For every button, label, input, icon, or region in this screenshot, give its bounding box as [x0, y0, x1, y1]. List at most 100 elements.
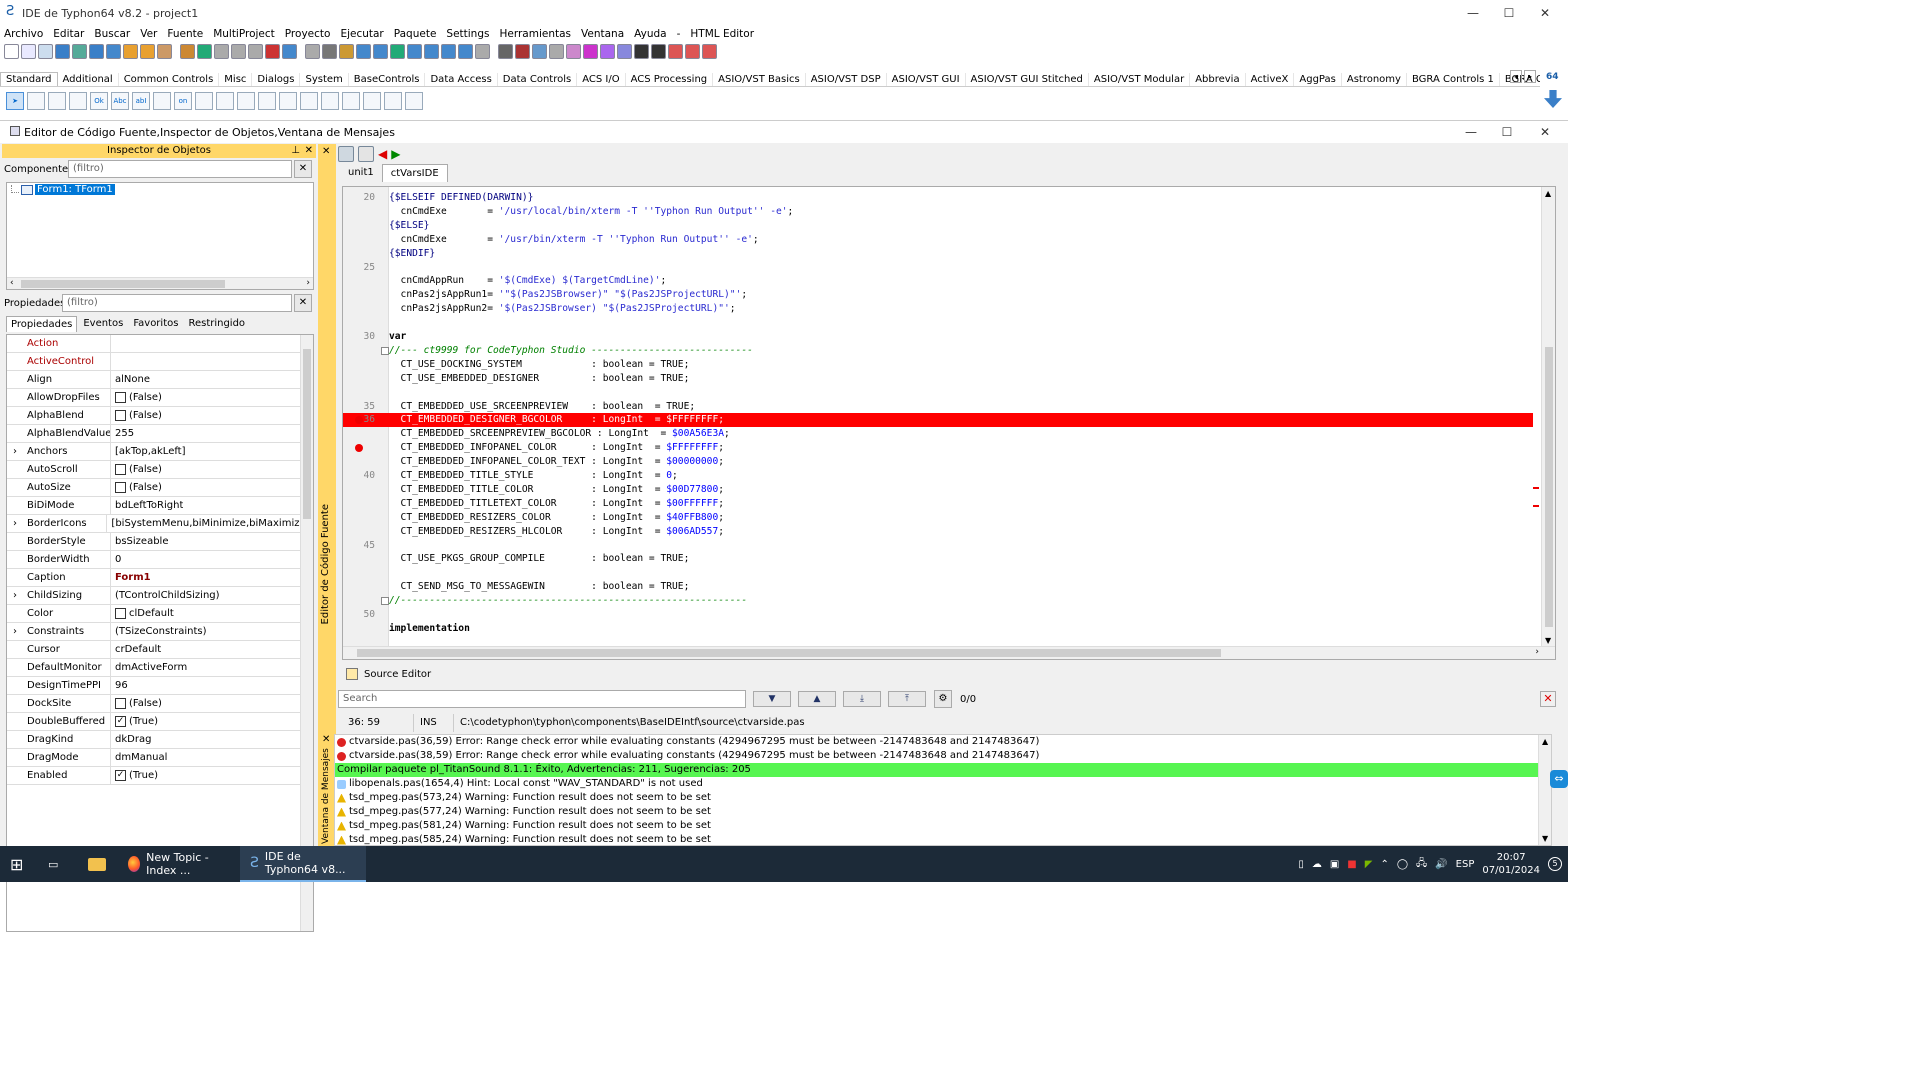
component-icon[interactable]: Abc — [111, 91, 129, 110]
code-line[interactable] — [343, 316, 1533, 330]
editor-close-icon[interactable]: ✕ — [322, 146, 330, 157]
toolbar-icon[interactable] — [55, 44, 70, 59]
toolbar-icon[interactable] — [248, 44, 263, 59]
editor-vscroll-thumb[interactable] — [1545, 347, 1553, 627]
toolbar-icon[interactable] — [197, 44, 212, 59]
property-value[interactable]: (False) — [111, 392, 162, 403]
code-line[interactable]: cnCmdExe = '/usr/local/bin/xterm -T ''Ty… — [343, 205, 1533, 219]
component-icon[interactable] — [300, 91, 318, 110]
code-line[interactable]: implementation — [343, 622, 1533, 636]
checkbox[interactable] — [115, 392, 126, 403]
palette-tab-11[interactable]: ASIO/VST Basics — [713, 73, 806, 86]
toolbar-icon[interactable] — [214, 44, 229, 59]
remote-help-icon[interactable]: ⇔ — [1550, 770, 1568, 788]
code-line[interactable]: cnCmdExe = '/usr/bin/xterm -T ''Typhon R… — [343, 233, 1533, 247]
inspector-close-icon[interactable]: ✕ — [305, 144, 313, 158]
property-row[interactable]: Caption Form1 — [7, 569, 301, 587]
toolbar-icon[interactable] — [265, 44, 280, 59]
code-line[interactable]: 25 — [343, 261, 1533, 275]
editor-vscrollbar[interactable]: ▲ ▼ — [1541, 187, 1555, 647]
palette-tab-16[interactable]: Abbrevia — [1190, 73, 1246, 86]
property-row[interactable]: DockSite (False) — [7, 695, 301, 713]
code-line[interactable]: CT_EMBEDDED_TITLE_COLOR : LongInt = $00D… — [343, 483, 1533, 497]
toolbar-icon[interactable] — [424, 44, 439, 59]
message-warn[interactable]: tsd_mpeg.pas(585,24) Warning: Function r… — [335, 833, 1551, 845]
property-row[interactable]: › Anchors [akTop,akLeft] — [7, 443, 301, 461]
component-icon[interactable] — [69, 91, 87, 110]
expand-chevron-icon[interactable]: › — [13, 587, 17, 604]
toolbar-icon[interactable] — [668, 44, 683, 59]
toolbar-icon[interactable] — [549, 44, 564, 59]
clear-props-filter-icon[interactable]: ✕ — [294, 294, 312, 312]
code-line[interactable]: CT_EMBEDDED_INFOPANEL_COLOR_TEXT : LongI… — [343, 455, 1533, 469]
code-line[interactable]: 30 var — [343, 330, 1533, 344]
component-icon[interactable] — [363, 91, 381, 110]
hidden-icons-icon[interactable]: ⌃ — [1380, 859, 1388, 870]
color-swatch[interactable] — [115, 608, 126, 619]
components-filter-input[interactable]: (filtro) — [68, 160, 292, 178]
expand-chevron-icon[interactable]: › — [13, 623, 17, 640]
property-value[interactable]: (TControlChildSizing) — [111, 590, 220, 601]
property-row[interactable]: › ChildSizing (TControlChildSizing) — [7, 587, 301, 605]
message-hint[interactable]: libopenals.pas(1654,4) Hint: Local const… — [335, 777, 1551, 791]
component-icon[interactable] — [195, 91, 213, 110]
editor-hscroll-thumb[interactable] — [357, 649, 1221, 657]
expand-chevron-icon[interactable]: › — [13, 515, 17, 532]
component-icon[interactable] — [27, 91, 45, 110]
menu-4[interactable]: Fuente — [167, 28, 203, 40]
component-icon[interactable] — [384, 91, 402, 110]
toolbar-icon[interactable] — [390, 44, 405, 59]
start-button[interactable]: ⊞ — [0, 846, 38, 882]
palette-tab-14[interactable]: ASIO/VST GUI Stitched — [966, 73, 1089, 86]
inspector-tab-1[interactable]: Eventos — [79, 316, 127, 332]
message-error[interactable]: ctvarside.pas(38,59) Error: Range check … — [335, 749, 1551, 763]
palette-tab-17[interactable]: ActiveX — [1246, 73, 1295, 86]
toolbar-icon[interactable] — [180, 44, 195, 59]
property-value[interactable]: dkDrag — [111, 734, 151, 745]
checkbox[interactable] — [115, 464, 126, 475]
property-row[interactable]: Action — [7, 335, 301, 353]
toolbar-icon[interactable] — [600, 44, 615, 59]
palette-tab-12[interactable]: ASIO/VST DSP — [806, 73, 887, 86]
scroll-left-icon[interactable]: ‹ — [10, 278, 14, 288]
inspector-tab-2[interactable]: Favoritos — [129, 316, 182, 332]
component-icon[interactable] — [405, 91, 423, 110]
palette-tab-20[interactable]: BGRA Controls 1 — [1407, 73, 1500, 86]
language-indicator[interactable]: ESP — [1456, 859, 1475, 870]
code-line[interactable]: CT_EMBEDDED_TITLETEXT_COLOR : LongInt = … — [343, 497, 1533, 511]
grid-vscrollbar[interactable] — [300, 335, 313, 931]
property-row[interactable]: BorderStyle bsSizeable — [7, 533, 301, 551]
property-row[interactable]: › Constraints (TSizeConstraints) — [7, 623, 301, 641]
msg-scroll-down-icon[interactable]: ▼ — [1542, 834, 1548, 843]
palette-scroll-left[interactable]: ◂ — [1510, 70, 1522, 83]
search-options-icon[interactable]: ⚙ — [934, 690, 952, 708]
cloud-icon[interactable]: ☁ — [1312, 859, 1322, 870]
forward-arrow-icon[interactable]: ▶ — [391, 147, 400, 161]
message-warn[interactable]: tsd_mpeg.pas(577,24) Warning: Function r… — [335, 805, 1551, 819]
component-icon[interactable] — [48, 91, 66, 110]
toolbar-icon[interactable] — [458, 44, 473, 59]
messages-close-icon[interactable]: ✕ — [322, 734, 330, 745]
property-value[interactable]: [biSystemMenu,biMinimize,biMaximize] — [107, 518, 301, 529]
menu-9[interactable]: Settings — [446, 28, 489, 40]
checkbox[interactable] — [115, 410, 126, 421]
editor-list-icon[interactable] — [358, 146, 374, 162]
property-row[interactable]: Cursor crDefault — [7, 641, 301, 659]
property-value[interactable]: ✓ (True) — [111, 716, 158, 727]
menu-5[interactable]: MultiProject — [213, 28, 275, 40]
toolbar-icon[interactable] — [441, 44, 456, 59]
code-line[interactable]: CT_EMBEDDED_RESIZERS_COLOR : LongInt = $… — [343, 511, 1533, 525]
property-row[interactable]: DragMode dmManual — [7, 749, 301, 767]
property-value[interactable]: (False) — [111, 464, 162, 475]
palette-tab-5[interactable]: System — [300, 73, 349, 86]
find-first-button[interactable]: ⤒ — [888, 691, 926, 707]
property-row[interactable]: AlphaBlendValue 255 — [7, 425, 301, 443]
palette-tab-2[interactable]: Common Controls — [119, 73, 220, 86]
close-button[interactable]: ✕ — [1522, 0, 1568, 26]
property-row[interactable]: AutoScroll (False) — [7, 461, 301, 479]
editor-hscrollbar[interactable]: › — [343, 646, 1555, 659]
palette-tab-3[interactable]: Misc — [219, 73, 253, 86]
palette-tab-8[interactable]: Data Controls — [498, 73, 578, 86]
toolbar-icon[interactable] — [282, 44, 297, 59]
component-icon[interactable]: abI — [132, 91, 150, 110]
